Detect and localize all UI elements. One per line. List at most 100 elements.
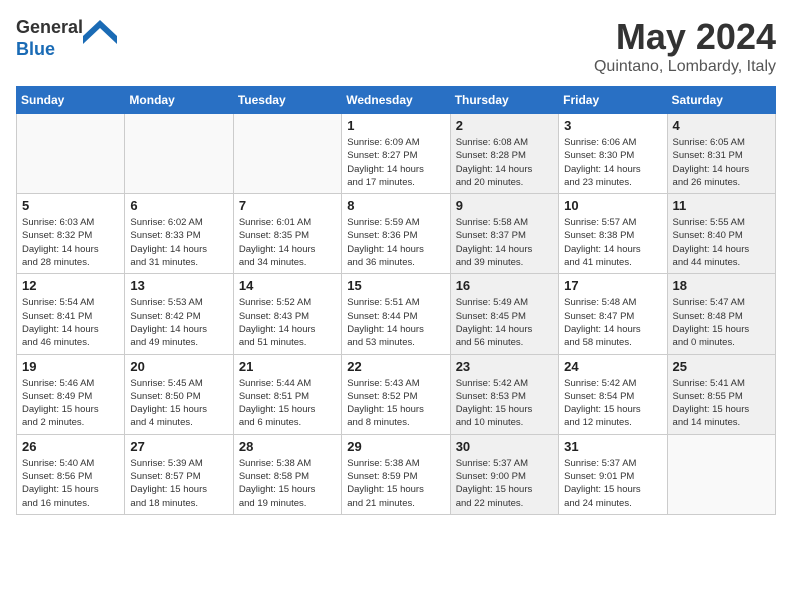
calendar-body: 1 Sunrise: 6:09 AM Sunset: 8:27 PM Daylig…: [17, 114, 776, 515]
calendar-cell: 19 Sunrise: 5:46 AM Sunset: 8:49 PM Dayli…: [17, 354, 125, 434]
logo-general: General: [16, 17, 83, 37]
header: General Blue May 2024 Quintano, Lombardy…: [16, 16, 776, 76]
cell-info: Sunrise: 5:40 AM Sunset: 8:56 PM Dayligh…: [22, 457, 119, 510]
day-number: 7: [239, 198, 336, 213]
day-number: 13: [130, 278, 227, 293]
cell-info: Sunrise: 6:05 AM Sunset: 8:31 PM Dayligh…: [673, 136, 770, 189]
logo: General Blue: [16, 16, 117, 60]
cell-info: Sunrise: 5:57 AM Sunset: 8:38 PM Dayligh…: [564, 216, 661, 269]
day-number: 22: [347, 359, 444, 374]
cell-info: Sunrise: 5:37 AM Sunset: 9:01 PM Dayligh…: [564, 457, 661, 510]
calendar-cell: 21 Sunrise: 5:44 AM Sunset: 8:51 PM Dayli…: [233, 354, 341, 434]
calendar-cell: 11 Sunrise: 5:55 AM Sunset: 8:40 PM Dayli…: [667, 194, 775, 274]
day-number: 28: [239, 439, 336, 454]
weekday-header: Friday: [559, 87, 667, 114]
day-number: 5: [22, 198, 119, 213]
calendar-cell: 2Sunrise: 6:08 AM Sunset: 8:28 PM Daylig…: [450, 114, 558, 194]
calendar-cell: 1 Sunrise: 6:09 AM Sunset: 8:27 PM Daylig…: [342, 114, 450, 194]
calendar-cell: 14Sunrise: 5:52 AM Sunset: 8:43 PM Dayli…: [233, 274, 341, 354]
calendar-cell: 13 Sunrise: 5:53 AM Sunset: 8:42 PM Dayli…: [125, 274, 233, 354]
calendar-cell: 26 Sunrise: 5:40 AM Sunset: 8:56 PM Dayli…: [17, 434, 125, 514]
cell-info: Sunrise: 6:03 AM Sunset: 8:32 PM Dayligh…: [22, 216, 119, 269]
calendar-cell: 6 Sunrise: 6:02 AM Sunset: 8:33 PM Daylig…: [125, 194, 233, 274]
calendar-cell: 18 Sunrise: 5:47 AM Sunset: 8:48 PM Dayli…: [667, 274, 775, 354]
calendar-cell: 28 Sunrise: 5:38 AM Sunset: 8:58 PM Dayli…: [233, 434, 341, 514]
day-number: 9: [456, 198, 553, 213]
calendar-cell: [17, 114, 125, 194]
calendar-cell: [667, 434, 775, 514]
cell-info: Sunrise: 5:54 AM Sunset: 8:41 PM Dayligh…: [22, 296, 119, 349]
weekday-header: Tuesday: [233, 87, 341, 114]
day-number: 29: [347, 439, 444, 454]
calendar-cell: [125, 114, 233, 194]
cell-info: Sunrise: 5:52 AM Sunset: 8:43 PM Dayligh…: [239, 296, 336, 349]
calendar-table: SundayMondayTuesdayWednesdayThursdayFrid…: [16, 86, 776, 515]
cell-info: Sunrise: 5:42 AM Sunset: 8:53 PM Dayligh…: [456, 377, 553, 430]
cell-info: Sunrise: 6:01 AM Sunset: 8:35 PM Dayligh…: [239, 216, 336, 269]
location-title: Quintano, Lombardy, Italy: [594, 58, 776, 76]
cell-info: Sunrise: 5:48 AM Sunset: 8:47 PM Dayligh…: [564, 296, 661, 349]
calendar-cell: 5 Sunrise: 6:03 AM Sunset: 8:32 PM Daylig…: [17, 194, 125, 274]
cell-info: Sunrise: 5:45 AM Sunset: 8:50 PM Dayligh…: [130, 377, 227, 430]
cell-info: Sunrise: 5:44 AM Sunset: 8:51 PM Dayligh…: [239, 377, 336, 430]
cell-info: Sunrise: 5:43 AM Sunset: 8:52 PM Dayligh…: [347, 377, 444, 430]
cell-info: Sunrise: 5:41 AM Sunset: 8:55 PM Dayligh…: [673, 377, 770, 430]
calendar-cell: 10 Sunrise: 5:57 AM Sunset: 8:38 PM Dayli…: [559, 194, 667, 274]
cell-info: Sunrise: 6:08 AM Sunset: 8:28 PM Dayligh…: [456, 136, 553, 189]
calendar-cell: 24 Sunrise: 5:42 AM Sunset: 8:54 PM Dayli…: [559, 354, 667, 434]
cell-info: Sunrise: 6:02 AM Sunset: 8:33 PM Dayligh…: [130, 216, 227, 269]
cell-info: Sunrise: 5:38 AM Sunset: 8:58 PM Dayligh…: [239, 457, 336, 510]
calendar-cell: 16Sunrise: 5:49 AM Sunset: 8:45 PM Dayli…: [450, 274, 558, 354]
day-number: 17: [564, 278, 661, 293]
cell-info: Sunrise: 5:59 AM Sunset: 8:36 PM Dayligh…: [347, 216, 444, 269]
cell-info: Sunrise: 5:53 AM Sunset: 8:42 PM Dayligh…: [130, 296, 227, 349]
cell-info: Sunrise: 5:47 AM Sunset: 8:48 PM Dayligh…: [673, 296, 770, 349]
calendar-cell: 3Sunrise: 6:06 AM Sunset: 8:30 PM Daylig…: [559, 114, 667, 194]
calendar-week-row: 26 Sunrise: 5:40 AM Sunset: 8:56 PM Dayli…: [17, 434, 776, 514]
day-number: 12: [22, 278, 119, 293]
cell-info: Sunrise: 5:51 AM Sunset: 8:44 PM Dayligh…: [347, 296, 444, 349]
cell-info: Sunrise: 5:38 AM Sunset: 8:59 PM Dayligh…: [347, 457, 444, 510]
day-number: 19: [22, 359, 119, 374]
weekday-header: Thursday: [450, 87, 558, 114]
day-number: 8: [347, 198, 444, 213]
calendar-cell: 8 Sunrise: 5:59 AM Sunset: 8:36 PM Daylig…: [342, 194, 450, 274]
month-title: May 2024: [594, 16, 776, 58]
weekday-header: Monday: [125, 87, 233, 114]
title-area: May 2024 Quintano, Lombardy, Italy: [594, 16, 776, 76]
calendar-cell: 27Sunrise: 5:39 AM Sunset: 8:57 PM Dayli…: [125, 434, 233, 514]
cell-info: Sunrise: 6:06 AM Sunset: 8:30 PM Dayligh…: [564, 136, 661, 189]
day-number: 26: [22, 439, 119, 454]
calendar-cell: 25 Sunrise: 5:41 AM Sunset: 8:55 PM Dayli…: [667, 354, 775, 434]
day-number: 21: [239, 359, 336, 374]
cell-info: Sunrise: 5:42 AM Sunset: 8:54 PM Dayligh…: [564, 377, 661, 430]
day-number: 18: [673, 278, 770, 293]
calendar-cell: 9Sunrise: 5:58 AM Sunset: 8:37 PM Daylig…: [450, 194, 558, 274]
cell-info: Sunrise: 5:49 AM Sunset: 8:45 PM Dayligh…: [456, 296, 553, 349]
day-number: 15: [347, 278, 444, 293]
calendar-cell: 23 Sunrise: 5:42 AM Sunset: 8:53 PM Dayli…: [450, 354, 558, 434]
cell-info: Sunrise: 5:46 AM Sunset: 8:49 PM Dayligh…: [22, 377, 119, 430]
calendar-cell: 20Sunrise: 5:45 AM Sunset: 8:50 PM Dayli…: [125, 354, 233, 434]
calendar-week-row: 5 Sunrise: 6:03 AM Sunset: 8:32 PM Daylig…: [17, 194, 776, 274]
calendar-week-row: 12 Sunrise: 5:54 AM Sunset: 8:41 PM Dayli…: [17, 274, 776, 354]
day-number: 11: [673, 198, 770, 213]
calendar-week-row: 1 Sunrise: 6:09 AM Sunset: 8:27 PM Daylig…: [17, 114, 776, 194]
weekday-header: Saturday: [667, 87, 775, 114]
day-number: 24: [564, 359, 661, 374]
day-number: 1: [347, 118, 444, 133]
calendar-cell: 7 Sunrise: 6:01 AM Sunset: 8:35 PM Daylig…: [233, 194, 341, 274]
cell-info: Sunrise: 5:39 AM Sunset: 8:57 PM Dayligh…: [130, 457, 227, 510]
calendar-cell: 4Sunrise: 6:05 AM Sunset: 8:31 PM Daylig…: [667, 114, 775, 194]
day-number: 6: [130, 198, 227, 213]
day-number: 25: [673, 359, 770, 374]
day-number: 23: [456, 359, 553, 374]
weekday-header: Wednesday: [342, 87, 450, 114]
cell-info: Sunrise: 5:55 AM Sunset: 8:40 PM Dayligh…: [673, 216, 770, 269]
cell-info: Sunrise: 6:09 AM Sunset: 8:27 PM Dayligh…: [347, 136, 444, 189]
calendar-header-row: SundayMondayTuesdayWednesdayThursdayFrid…: [17, 87, 776, 114]
calendar-cell: 29 Sunrise: 5:38 AM Sunset: 8:59 PM Dayli…: [342, 434, 450, 514]
calendar-cell: 12 Sunrise: 5:54 AM Sunset: 8:41 PM Dayli…: [17, 274, 125, 354]
calendar-week-row: 19 Sunrise: 5:46 AM Sunset: 8:49 PM Dayli…: [17, 354, 776, 434]
day-number: 10: [564, 198, 661, 213]
